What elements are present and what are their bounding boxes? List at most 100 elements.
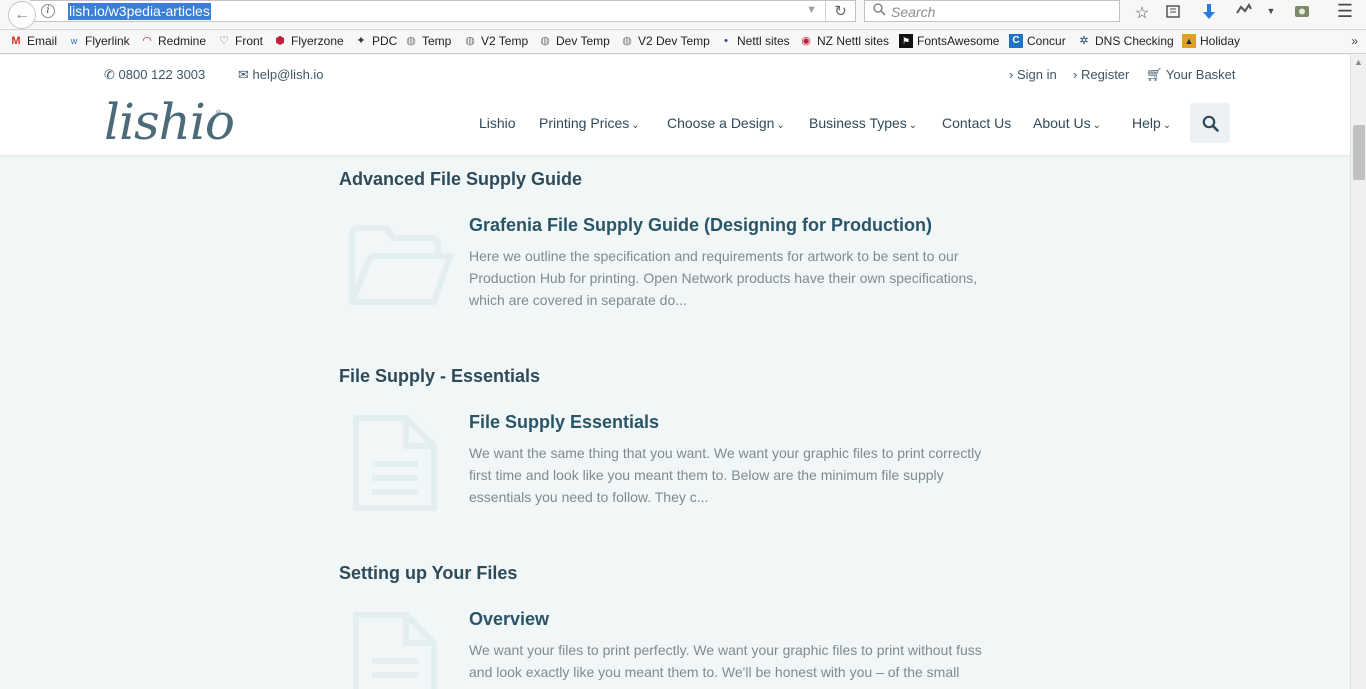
dns-icon: ✲ <box>1079 35 1089 47</box>
bookmark-label: FontsAwesome <box>917 34 1000 48</box>
nav-about-us[interactable]: About Us ⌄ <box>1033 115 1101 131</box>
register-link[interactable]: › Register <box>1073 67 1129 82</box>
nav-business-types[interactable]: Business Types ⌄ <box>809 115 917 131</box>
section-title: File Supply - Essentials <box>339 366 541 386</box>
bookmark-label: Concur <box>1027 34 1066 48</box>
sign-in-link[interactable]: › Sign in <box>1009 67 1057 82</box>
cart-icon: 🛒︎ <box>1146 67 1166 82</box>
menu-icon[interactable]: ☰ <box>1334 1 1356 22</box>
bookmark-v2-temp[interactable]: ◍ V2 Temp <box>463 34 528 48</box>
redmine-icon: ◠ <box>142 35 152 47</box>
bookmark-concur[interactable]: C Concur <box>1009 34 1066 48</box>
nav-label: Lishio <box>479 115 516 131</box>
article-title[interactable]: File Supply Essentials <box>469 412 659 433</box>
shield-icon: ♡ <box>219 35 229 47</box>
bookmark-label: Dev Temp <box>556 34 610 48</box>
search-placeholder: Search <box>891 4 936 20</box>
registered-mark: ® <box>216 110 222 117</box>
url-bar[interactable]: i lish.io/w3pedia-articles ▼ ↻ <box>30 0 856 23</box>
bookmark-v2-dev-temp[interactable]: ◍ V2 Dev Temp <box>620 34 710 48</box>
bookmarks-bar: M Email w Flyerlink ◠ Redmine ♡ Front ⬢ Flyer… <box>0 31 1366 54</box>
bookmark-label: Front <box>235 34 264 48</box>
site-search-button[interactable] <box>1190 103 1230 143</box>
bookmark-label: Nettl sites <box>737 34 790 48</box>
reload-icon[interactable]: ↻ <box>825 1 855 23</box>
globe-icon: ◍ <box>540 35 550 47</box>
url-history-dropdown-icon[interactable]: ▼ <box>806 4 817 16</box>
scrollbar-thumb[interactable] <box>1353 125 1365 180</box>
site-header: ✆ 0800 122 3003 ✉ help@lish.io › Sign in… <box>0 55 1350 155</box>
chevron-right-icon: › <box>1009 67 1017 82</box>
globe-icon: ◍ <box>406 35 416 47</box>
nav-label: Printing Prices <box>539 115 630 131</box>
fontawesome-icon: ⚑ <box>899 34 913 48</box>
chevron-down-icon: ⌄ <box>1092 120 1101 131</box>
bookmark-email[interactable]: M Email <box>9 34 57 48</box>
nav-choose-a-design[interactable]: Choose a Design ⌄ <box>667 115 785 131</box>
document-icon <box>353 612 437 689</box>
phone-icon: ✆ <box>104 67 119 82</box>
bookmark-flyerlink[interactable]: w Flyerlink <box>67 34 130 48</box>
browser-search-input[interactable]: Search <box>864 0 1120 22</box>
bookmark-nz-nettl-sites[interactable]: ◉ NZ Nettl sites <box>799 34 889 48</box>
bookmark-dns-checking[interactable]: ✲ DNS Checking <box>1077 34 1173 48</box>
bookmark-label: V2 Dev Temp <box>638 34 710 48</box>
phone-link[interactable]: ✆ 0800 122 3003 <box>104 67 205 83</box>
bookmark-nettl-sites[interactable]: • Nettl sites <box>719 34 790 48</box>
nav-printing-prices[interactable]: Printing Prices ⌄ <box>539 115 640 131</box>
email-link[interactable]: ✉ help@lish.io <box>238 67 324 83</box>
nav-label: Contact Us <box>942 115 1012 131</box>
bookmark-redmine[interactable]: ◠ Redmine <box>140 34 206 48</box>
basket-label: Your Basket <box>1165 67 1236 82</box>
nav-help[interactable]: Help ⌄ <box>1132 115 1171 131</box>
nav-contact-us[interactable]: Contact Us <box>942 115 1011 131</box>
phone-number: 0800 122 3003 <box>118 67 206 82</box>
bookmark-label: Email <box>27 34 58 48</box>
globe-icon: ◍ <box>465 35 475 47</box>
chevron-down-icon: ⌄ <box>908 120 918 131</box>
page-scrollbar[interactable]: ▲ <box>1350 55 1366 689</box>
nav-lishio[interactable]: Lishio <box>479 115 516 131</box>
bookmark-label: Flyerzone <box>291 34 344 48</box>
globe-icon: ◍ <box>622 35 632 47</box>
scroll-up-icon[interactable]: ▲ <box>1354 57 1363 67</box>
bookmark-holiday[interactable]: ▲ Holiday <box>1182 34 1240 48</box>
document-icon <box>353 415 437 511</box>
bookmark-dev-temp[interactable]: ◍ Dev Temp <box>538 34 610 48</box>
bookmark-temp[interactable]: ◍ Temp <box>404 34 451 48</box>
search-icon <box>1202 115 1219 132</box>
bookmark-label: Holiday <box>1200 34 1241 48</box>
bookmark-pdc[interactable]: ✦ PDC <box>354 34 397 48</box>
nav-label: About Us <box>1033 115 1091 131</box>
nettl-nz-icon: ◉ <box>801 35 811 47</box>
download-icon[interactable] <box>1198 3 1220 26</box>
chevron-down-icon: ⌄ <box>776 120 785 131</box>
back-button[interactable]: ← <box>8 1 36 29</box>
extension-dropdown-icon[interactable]: ▼ <box>1260 6 1282 16</box>
extension-icon[interactable] <box>1233 3 1255 22</box>
bookmark-front[interactable]: ♡ Front <box>217 34 263 48</box>
article-title[interactable]: Overview <box>469 609 549 630</box>
nav-label: Business Types <box>809 115 907 131</box>
article-title[interactable]: Grafenia File Supply Guide (Designing fo… <box>469 215 932 236</box>
folder-open-icon <box>349 225 453 305</box>
section-title: Setting up Your Files <box>339 563 518 583</box>
pdc-icon: ✦ <box>356 35 366 47</box>
article-excerpt: We want the same thing that you want. We… <box>469 445 982 505</box>
bookmark-fontsawesome[interactable]: ⚑ FontsAwesome <box>899 34 999 48</box>
bookmarks-overflow-icon[interactable]: » <box>1351 34 1358 48</box>
url-text[interactable]: lish.io/w3pedia-articles <box>68 3 211 20</box>
site-info-icon[interactable]: i <box>41 4 55 18</box>
holiday-icon: ▲ <box>1182 34 1196 48</box>
reading-list-icon[interactable] <box>1162 3 1184 24</box>
chevron-down-icon: ⌄ <box>1162 120 1172 131</box>
screenshot-icon[interactable] <box>1291 3 1313 24</box>
bookmark-label: PDC <box>372 34 398 48</box>
bookmark-star-icon[interactable]: ☆ <box>1131 3 1153 23</box>
nav-label: Choose a Design <box>667 115 775 131</box>
basket-link[interactable]: 🛒︎ Your Basket <box>1146 67 1236 83</box>
lishio-logo[interactable]: lishio <box>104 92 235 152</box>
bookmark-flyerzone[interactable]: ⬢ Flyerzone <box>273 34 344 48</box>
flyerzone-icon: ⬢ <box>275 35 285 47</box>
section-title: Advanced File Supply Guide <box>339 169 583 189</box>
